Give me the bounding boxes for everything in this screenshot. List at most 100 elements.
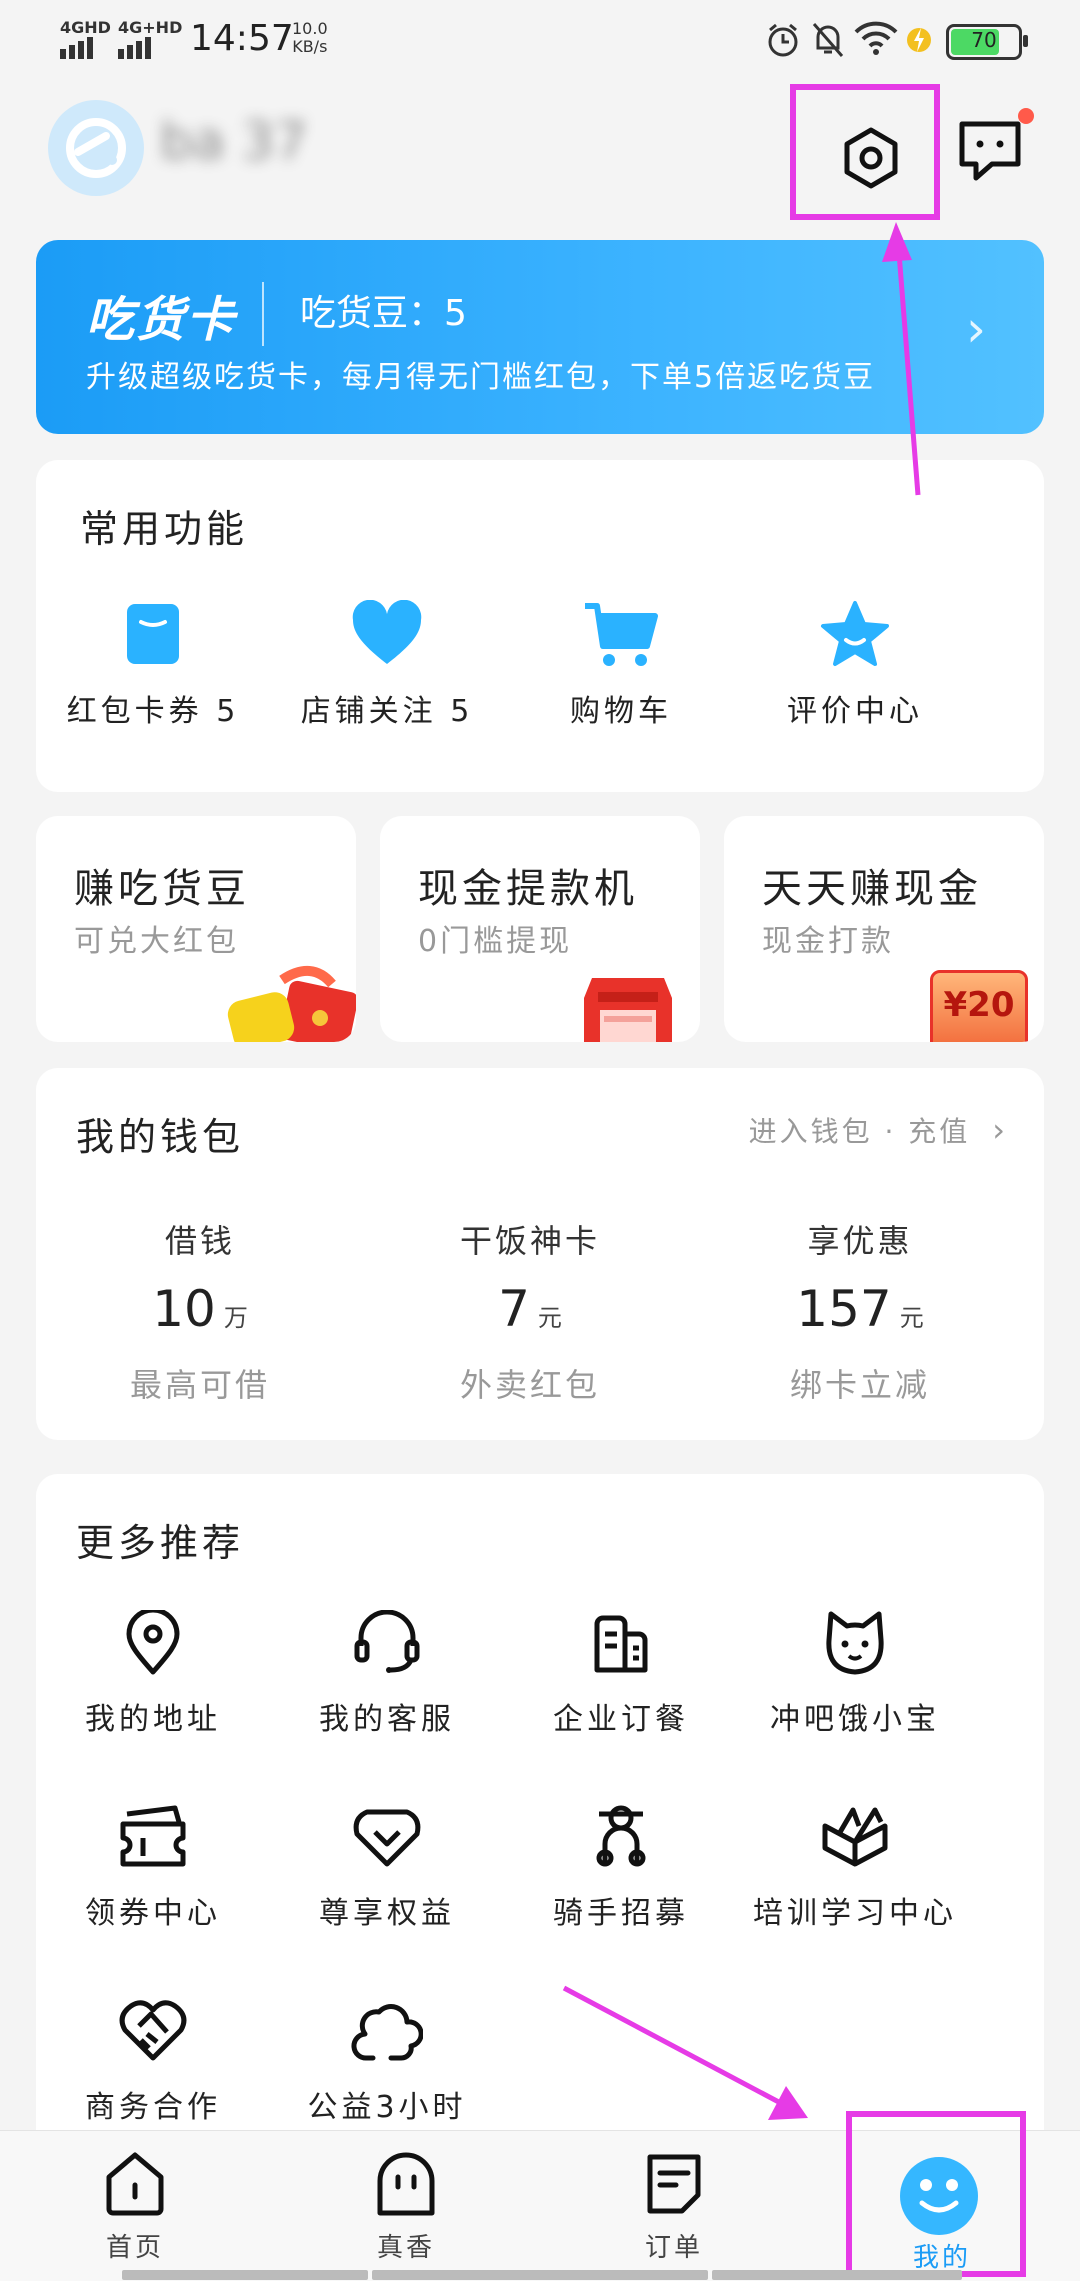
signal-bars-1-icon bbox=[60, 37, 96, 59]
my-address-entry[interactable]: 我的地址 bbox=[36, 1610, 270, 1738]
nav-label: 真香 bbox=[376, 2233, 435, 2263]
building-icon bbox=[594, 1615, 648, 1673]
charity-entry[interactable]: 公益3小时 bbox=[270, 1998, 504, 2126]
location-icon bbox=[126, 1610, 180, 1675]
promo-title: 现金提款机 bbox=[418, 866, 638, 912]
wallet-sub: 最高可借 bbox=[129, 1366, 270, 1404]
promo-subtitle: 0门槛提现 bbox=[418, 924, 573, 959]
home-icon bbox=[106, 2152, 164, 2216]
wallet-entry-link[interactable]: 进入钱包 · 充值 › bbox=[749, 1110, 1008, 1150]
enterprise-order-entry[interactable]: 企业订餐 bbox=[504, 1610, 738, 1738]
promo-subtitle: 可兑大红包 bbox=[74, 924, 239, 959]
wallet-sub: 绑卡立减 bbox=[789, 1366, 930, 1404]
ticket-icon bbox=[120, 1805, 186, 1867]
promo-daily-cash[interactable]: 天天赚现金 现金打款 ¥20 bbox=[724, 816, 1044, 1042]
chihuo-card[interactable]: 吃货卡 吃货豆：5 升级超级吃货卡，每月得无门槛红包，下单5倍返吃货豆 › bbox=[36, 240, 1044, 434]
rider-icon bbox=[596, 1805, 646, 1867]
coupon-entry[interactable]: 红包卡券 5 bbox=[36, 600, 270, 730]
nav-zhenxiang[interactable]: 真香 bbox=[306, 2131, 506, 2281]
review-center-label: 评价中心 bbox=[787, 694, 923, 729]
cart-icon bbox=[585, 603, 658, 666]
more-item-label: 骑手招募 bbox=[553, 1896, 689, 1931]
clock: 14:57 bbox=[190, 18, 294, 59]
promo-cash-machine[interactable]: 现金提款机 0门槛提现 bbox=[380, 816, 700, 1042]
ebaby-entry[interactable]: 冲吧饿小宝 bbox=[738, 1610, 972, 1738]
message-button[interactable] bbox=[952, 108, 1036, 192]
wallet-label: 干饭神卡 bbox=[459, 1222, 600, 1260]
chevron-right-icon: › bbox=[992, 1111, 1008, 1149]
avatar[interactable] bbox=[48, 100, 144, 196]
wallet-label: 享优惠 bbox=[807, 1222, 913, 1260]
heart-icon bbox=[352, 600, 422, 664]
store-follow-entry[interactable]: 店铺关注 5 bbox=[270, 600, 504, 730]
section-title: 常用功能 bbox=[80, 507, 249, 551]
signal-2: 4G+HD bbox=[118, 18, 182, 59]
wallet-meal-card[interactable]: 干饭神卡 7元 外卖红包 bbox=[370, 1216, 690, 1406]
cloud-icon bbox=[351, 2004, 423, 2061]
chevron-right-icon: › bbox=[966, 300, 986, 358]
signal-bars-2-icon bbox=[118, 37, 154, 59]
mute-icon bbox=[812, 23, 844, 57]
nav-home[interactable]: 首页 bbox=[35, 2131, 235, 2281]
wallet-unit: 元 bbox=[899, 1304, 924, 1332]
wallet-label: 借钱 bbox=[164, 1222, 235, 1260]
net-speed: 10.0 KB/s bbox=[292, 20, 328, 56]
vip-rights-entry[interactable]: 尊享权益 bbox=[270, 1804, 504, 1932]
settings-button[interactable] bbox=[790, 84, 940, 220]
promo-title: 赚吃货豆 bbox=[74, 866, 250, 912]
star-icon bbox=[821, 601, 889, 666]
order-icon bbox=[647, 2154, 701, 2214]
wallet-borrow[interactable]: 借钱 10 万 最高可借 bbox=[40, 1216, 360, 1406]
eleme-logo-icon bbox=[66, 118, 126, 178]
battery-level: 70 bbox=[971, 28, 997, 52]
wallet-discount[interactable]: 享优惠 157 元 绑卡立减 bbox=[700, 1216, 1020, 1406]
headset-icon bbox=[354, 1610, 420, 1673]
nav-orders[interactable]: 订单 bbox=[574, 2131, 774, 2281]
handshake-icon bbox=[119, 2000, 187, 2061]
more-item-label: 商务合作 bbox=[85, 2090, 221, 2125]
chihuo-card-subtitle: 升级超级吃货卡，每月得无门槛红包，下单5倍返吃货豆 bbox=[86, 360, 876, 395]
chihuo-beans: 吃货豆：5 bbox=[300, 293, 467, 334]
coupon-center-entry[interactable]: 领券中心 bbox=[36, 1804, 270, 1932]
store-follow-label: 店铺关注 5 bbox=[300, 694, 474, 729]
username[interactable]: ba 37 bbox=[160, 112, 500, 182]
section-title: 更多推荐 bbox=[76, 1521, 245, 1565]
divider bbox=[262, 282, 264, 346]
promo-subtitle: 现金打款 bbox=[762, 924, 894, 959]
coupon-icon bbox=[127, 604, 179, 664]
wallet-unit: 万 bbox=[223, 1304, 248, 1332]
network-type-2: 4G+HD bbox=[118, 18, 183, 37]
more-item-label: 企业订餐 bbox=[553, 1702, 689, 1737]
customer-service-entry[interactable]: 我的客服 bbox=[270, 1610, 504, 1738]
wallet-value: 7 bbox=[498, 1280, 530, 1338]
cash-badge-value: ¥20 bbox=[943, 985, 1015, 1025]
review-center-entry[interactable]: 评价中心 bbox=[738, 600, 972, 730]
nav-label: 我的 bbox=[912, 2243, 971, 2273]
cat-face-icon bbox=[826, 1611, 884, 1675]
unread-dot bbox=[1018, 108, 1034, 124]
nav-label: 首页 bbox=[105, 2233, 164, 2263]
section-title: 我的钱包 bbox=[76, 1115, 245, 1159]
promo-earn-beans[interactable]: 赚吃货豆 可兑大红包 bbox=[36, 816, 356, 1042]
cash-machine-icon bbox=[584, 978, 672, 1042]
more-item-label: 冲吧饿小宝 bbox=[770, 1702, 940, 1737]
cart-entry[interactable]: 购物车 bbox=[504, 600, 738, 730]
common-functions-panel: 常用功能 红包卡券 5 店铺关注 5 购物车 评价中心 bbox=[36, 460, 1044, 792]
more-item-label: 领券中心 bbox=[85, 1896, 221, 1931]
more-panel: 更多推荐 我的地址 我的客服 企业订餐 冲吧饿小宝 领券中心 尊享权益 骑手招募… bbox=[36, 1474, 1044, 2174]
wallet-sub: 外卖红包 bbox=[459, 1366, 600, 1404]
rider-recruit-entry[interactable]: 骑手招募 bbox=[504, 1804, 738, 1932]
wifi-icon bbox=[854, 21, 898, 55]
wallet-value: 10 bbox=[152, 1280, 216, 1338]
nav-mine[interactable]: 我的 bbox=[846, 2111, 1026, 2277]
training-center-entry[interactable]: 培训学习中心 bbox=[738, 1804, 972, 1932]
cart-label: 购物车 bbox=[570, 694, 672, 729]
vip-heart-icon bbox=[353, 1809, 421, 1867]
wallet-link-label: 进入钱包 · 充值 bbox=[748, 1115, 971, 1148]
business-coop-entry[interactable]: 商务合作 bbox=[36, 1998, 270, 2126]
book-icon bbox=[822, 1807, 888, 1867]
more-item-label: 培训学习中心 bbox=[753, 1896, 957, 1931]
promo-title: 天天赚现金 bbox=[762, 866, 982, 912]
red-packet-icon bbox=[227, 966, 356, 1042]
alarm-icon bbox=[768, 23, 798, 57]
